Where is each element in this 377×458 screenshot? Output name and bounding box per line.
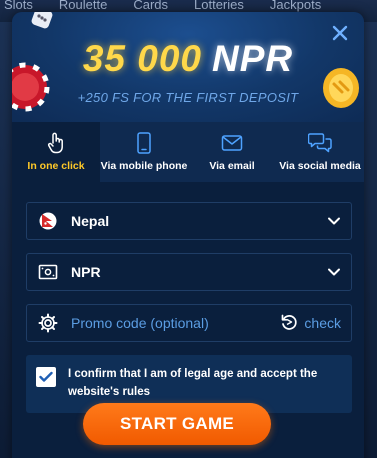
tab-label: Via mobile phone bbox=[100, 160, 188, 172]
bonus-currency: NPR bbox=[212, 38, 294, 79]
envelope-icon bbox=[221, 132, 243, 154]
country-value: Nepal bbox=[71, 213, 110, 229]
tab-social-media[interactable]: Via social media bbox=[276, 122, 364, 182]
bonus-subtitle: +250 FS FOR THE FIRST DEPOSIT bbox=[77, 90, 299, 105]
banknote-icon bbox=[37, 261, 59, 283]
currency-value: NPR bbox=[71, 264, 101, 280]
dice-icon bbox=[31, 12, 53, 29]
tab-label: In one click bbox=[27, 160, 85, 172]
check-promo-button[interactable]: check bbox=[280, 313, 341, 334]
bonus-amount: 35 000 bbox=[82, 38, 203, 79]
chat-icon bbox=[307, 132, 332, 154]
promo-code-field: check bbox=[26, 304, 352, 342]
tab-label: Via social media bbox=[279, 160, 361, 172]
gear-icon bbox=[37, 312, 59, 334]
nepal-flag-icon bbox=[37, 210, 59, 232]
bonus-banner: 35 000 NPR +250 FS FOR THE FIRST DEPOSIT bbox=[12, 12, 364, 122]
registration-modal: 35 000 NPR +250 FS FOR THE FIRST DEPOSIT … bbox=[12, 12, 364, 458]
tab-email[interactable]: Via email bbox=[188, 122, 276, 182]
registration-tabs: In one click Via mobile phone Via email … bbox=[12, 122, 364, 182]
check-label: check bbox=[304, 315, 341, 331]
country-select[interactable]: Nepal bbox=[26, 202, 352, 240]
promo-code-input[interactable] bbox=[71, 315, 281, 331]
phone-icon bbox=[136, 132, 152, 154]
consent-checkbox[interactable] bbox=[36, 367, 56, 387]
currency-select[interactable]: NPR bbox=[26, 253, 352, 291]
tab-mobile-phone[interactable]: Via mobile phone bbox=[100, 122, 188, 182]
tab-label: Via email bbox=[209, 160, 255, 172]
chevron-down-icon bbox=[327, 265, 341, 279]
consent-text: I confirm that I am of legal age and acc… bbox=[68, 368, 318, 398]
gold-coin-icon bbox=[323, 68, 359, 108]
start-game-button[interactable]: START GAME bbox=[83, 403, 271, 445]
poker-chip-icon bbox=[12, 62, 50, 112]
tab-one-click[interactable]: In one click bbox=[12, 122, 100, 182]
refresh-icon bbox=[280, 313, 298, 334]
tap-icon bbox=[47, 132, 65, 154]
bonus-title: 35 000 NPR bbox=[12, 38, 364, 80]
chevron-down-icon bbox=[327, 214, 341, 228]
